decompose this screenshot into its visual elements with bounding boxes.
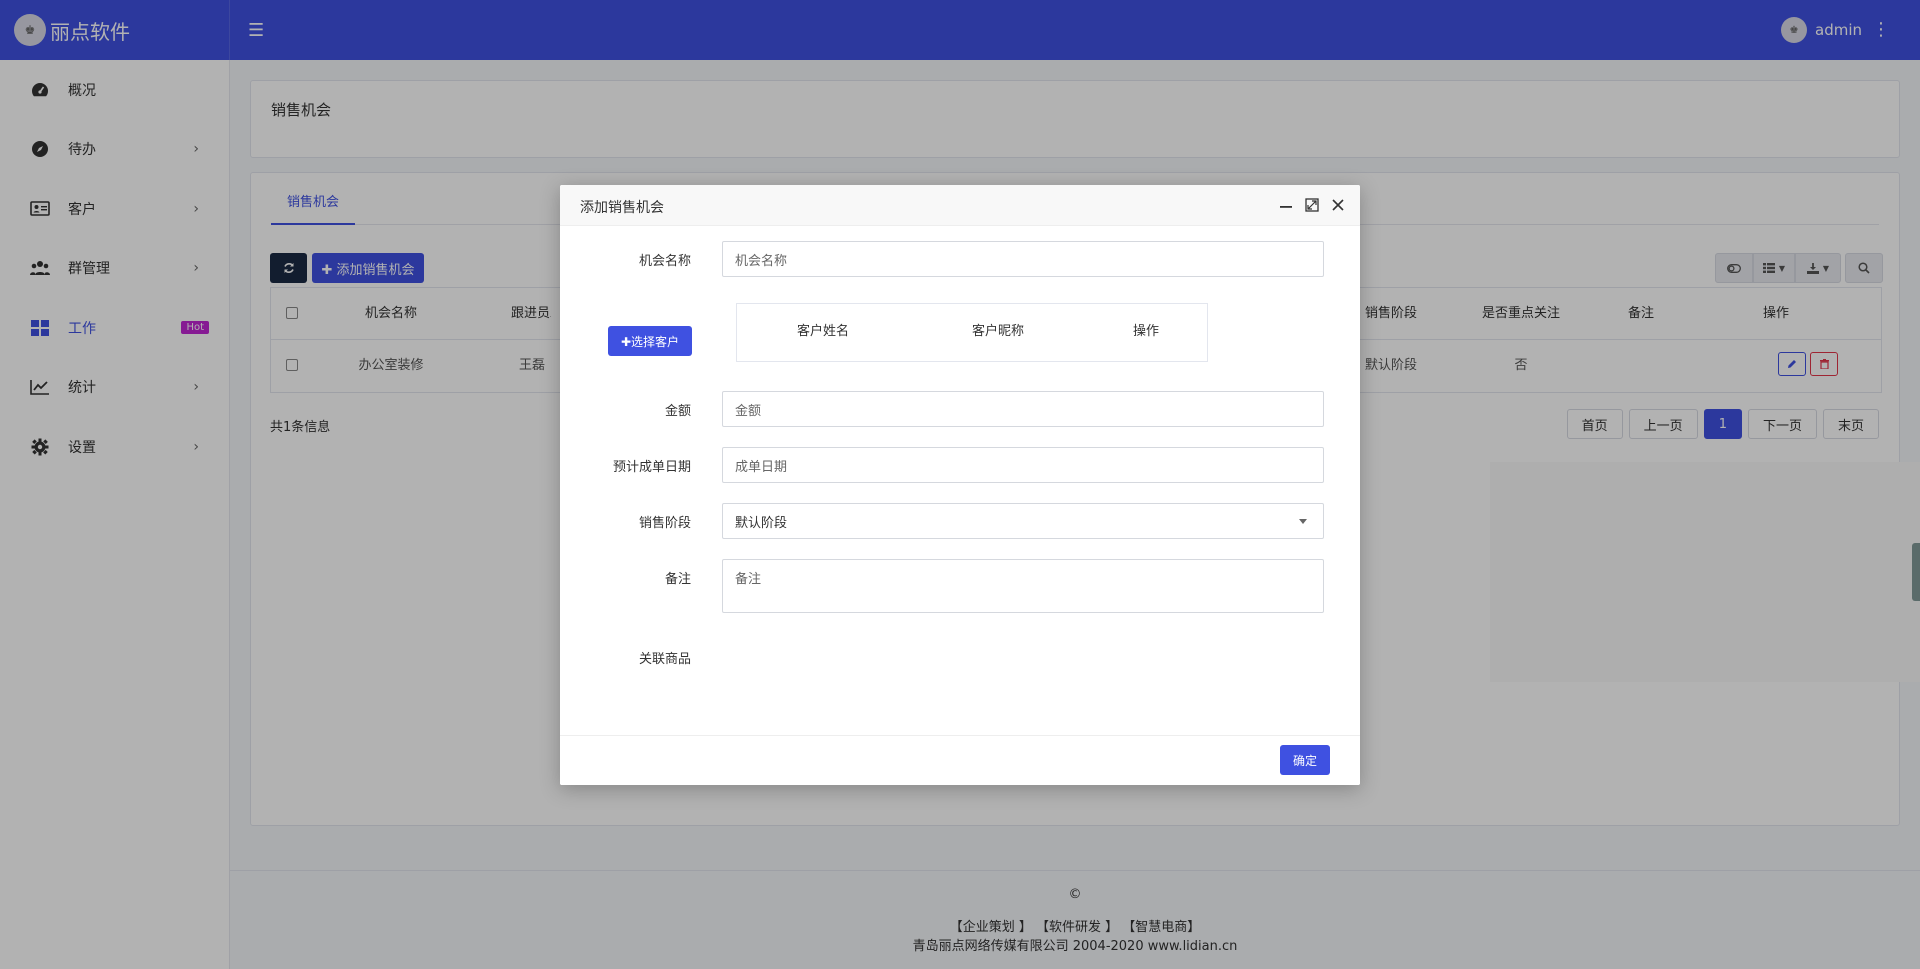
dialog-controls <box>1278 196 1346 214</box>
dialog-title: 添加销售机会 <box>580 200 664 216</box>
stage-select[interactable]: 默认阶段 <box>722 503 1324 539</box>
name-label: 机会名称 <box>638 254 691 269</box>
customer-table: 客户姓名 客户昵称 操作 <box>736 303 1208 362</box>
related-goods-label: 关联商品 <box>638 652 691 667</box>
dialog-body: 机会名称 机会名称 ✚选择客户 客户姓名 客户昵称 操作 金额 金额 预计成单日… <box>560 226 1360 726</box>
date-label: 预计成单日期 <box>612 460 691 475</box>
stage-value: 默认阶段 <box>735 515 788 531</box>
close-date-input[interactable]: 成单日期 <box>722 447 1324 483</box>
note-label: 备注 <box>664 572 691 587</box>
amount-label: 金额 <box>664 404 691 419</box>
stage-label: 销售阶段 <box>638 516 691 531</box>
amount-input[interactable]: 金额 <box>722 391 1324 427</box>
add-opportunity-dialog: 添加销售机会 机会名称 机会名称 ✚选择客户 客户姓名 客户昵称 操作 金额 金… <box>560 185 1360 785</box>
note-textarea[interactable]: 备注 <box>722 559 1324 613</box>
confirm-button[interactable]: 确定 <box>1280 745 1330 775</box>
opportunity-name-input[interactable]: 机会名称 <box>722 241 1324 277</box>
col-header: 操作 <box>1133 324 1160 339</box>
col-header: 客户姓名 <box>797 324 850 339</box>
dialog-footer: 确定 <box>560 735 1360 785</box>
edge-handle[interactable] <box>1912 543 1920 601</box>
close-icon[interactable] <box>1330 196 1346 214</box>
minimize-icon[interactable] <box>1278 196 1294 214</box>
choose-customer-button[interactable]: ✚选择客户 <box>608 326 692 356</box>
caret-down-icon <box>1299 519 1307 524</box>
dialog-header: 添加销售机会 <box>560 185 1360 226</box>
col-header: 客户昵称 <box>972 324 1025 339</box>
maximize-icon[interactable] <box>1304 196 1320 214</box>
